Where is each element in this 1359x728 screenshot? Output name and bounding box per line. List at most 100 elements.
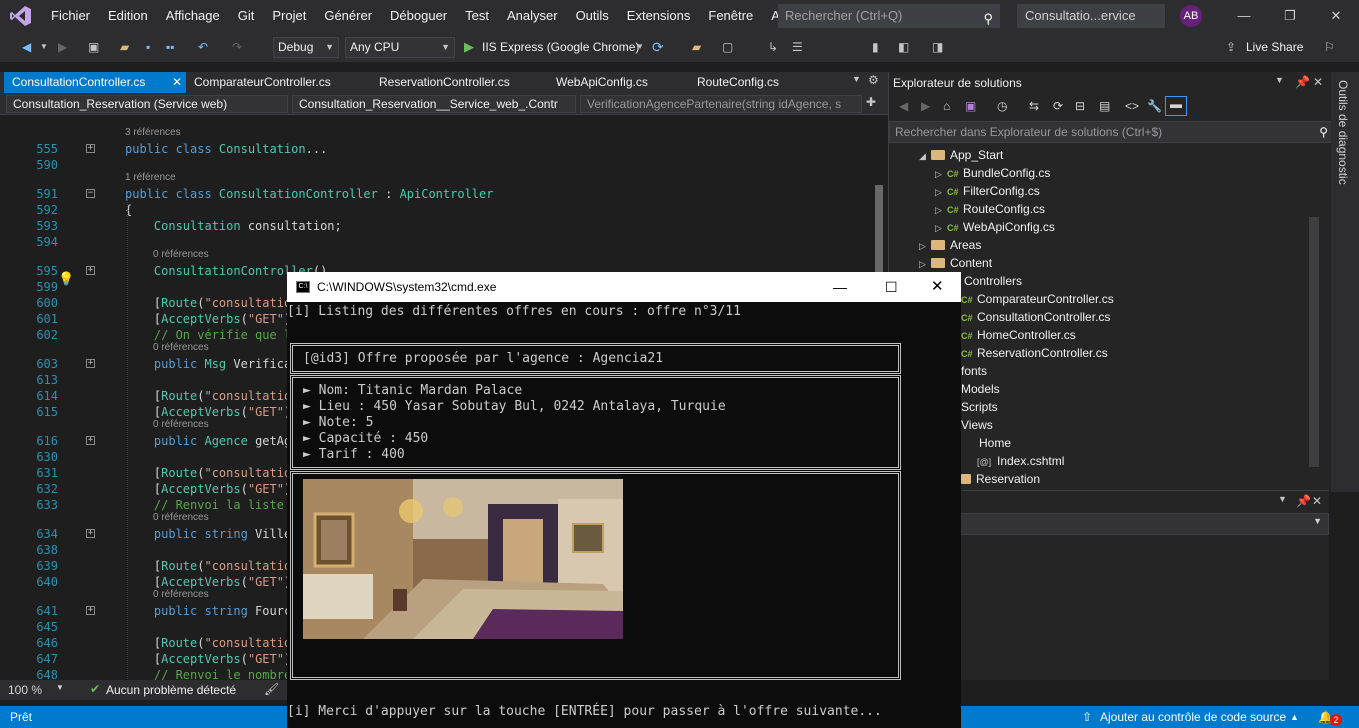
minimize-icon[interactable]: — [833,272,847,302]
chevron-down-icon[interactable]: ▼ [1278,494,1287,504]
switch-view-icon[interactable]: ▣ [965,99,976,113]
tab-consultation-controller[interactable]: ConsultationController.cs ✕ [4,72,186,93]
pin-icon[interactable]: 📌 [1296,494,1311,508]
menu-test[interactable]: Test [456,0,498,32]
close-icon[interactable]: ✕ [172,72,182,93]
refresh-icon[interactable]: ⟳ [652,38,664,56]
undo-icon[interactable]: ↶ [198,38,208,56]
tree-folder-app-start[interactable]: ◢ App_Start [919,146,1003,164]
refresh-icon[interactable]: ⟳ [1053,99,1063,113]
close-icon[interactable]: ✕ [1313,0,1359,32]
menu-deboguer[interactable]: Déboguer [381,0,456,32]
sync-icon[interactable]: ⇆ [1029,99,1039,113]
tab-reservation-controller[interactable]: ReservationController.cs [371,72,541,93]
lightbulb-icon[interactable]: 💡 [58,271,76,287]
issues-status[interactable]: Aucun problème détecté [106,683,236,697]
feedback-icon[interactable]: ⚐ [1324,38,1335,56]
chevron-down-icon[interactable]: ▼ [56,683,64,692]
menu-projet[interactable]: Projet [263,0,315,32]
search-input[interactable]: Rechercher (Ctrl+Q) ⚲ [778,4,1000,28]
platform-select[interactable]: Any CPU ▼ [345,37,455,58]
chevron-down-icon[interactable]: ▼ [40,38,48,56]
show-all-files-icon[interactable]: ▤ [1099,99,1110,113]
forward-icon[interactable]: ▶ [921,99,930,113]
diagnostic-tools-tab[interactable]: Outils de diagnostic [1336,80,1350,185]
fold-toggle-icon[interactable]: − [86,189,95,198]
tree-file-bundleconfig[interactable]: ▷ C# BundleConfig.cs [935,164,1050,182]
gear-icon[interactable]: ⚙ [868,73,879,87]
bookmark-icon[interactable]: ▮ [872,38,879,56]
chevron-down-icon[interactable]: ▼ [1275,75,1284,85]
tree-folder-content[interactable]: ▷ Content [919,254,992,272]
code-lens-references[interactable]: 0 références [153,249,209,261]
cmd-window[interactable]: C:\ C:\WINDOWS\system32\cmd.exe — ☐ ✕ [i… [287,272,961,728]
restore-icon[interactable]: ❐ [1267,0,1313,32]
menu-affichage[interactable]: Affichage [157,0,229,32]
fold-toggle-icon[interactable]: + [86,606,95,615]
code-lens-references[interactable]: 1 référence [125,172,176,184]
tree-file-home-controller[interactable]: C# HomeController.cs [961,326,1076,344]
close-icon[interactable]: ✕ [931,272,944,302]
brush-icon[interactable]: 🖌 [264,682,279,696]
maximize-icon[interactable]: ☐ [885,272,898,302]
configuration-select[interactable]: Debug ▼ [273,37,339,58]
fold-toggle-icon[interactable]: + [86,144,95,153]
folder-icon[interactable]: ▰ [692,38,701,56]
bookmark-prev-icon[interactable]: ◧ [898,38,909,56]
tree-folder-models[interactable]: Models [961,380,1000,398]
open-folder-icon[interactable]: ▰ [120,38,129,56]
list-icon[interactable]: ☰ [792,38,803,56]
run-icon[interactable]: ▶ [464,38,474,56]
avatar[interactable]: AB [1180,5,1202,27]
fold-toggle-icon[interactable]: + [86,436,95,445]
tree-folder-views[interactable]: Views [961,416,993,434]
tree-file-index[interactable]: [@] Index.cshtml [977,452,1064,470]
tree-folder-home[interactable]: Home [979,434,1011,452]
code-lens-references[interactable]: 0 références [153,589,209,601]
tree-file-comparateur-controller[interactable]: C# ComparateurController.cs [961,290,1114,308]
cmd-title-bar[interactable]: C:\ C:\WINDOWS\system32\cmd.exe — ☐ ✕ [287,272,961,302]
code-lens-references[interactable]: 0 références [153,342,209,354]
tree-file-routeconfig[interactable]: ▷ C# RouteConfig.cs [935,200,1045,218]
back-icon[interactable]: ◀ [22,38,31,56]
close-icon[interactable]: ✕ [1312,494,1322,508]
menu-git[interactable]: Git [229,0,264,32]
home-icon[interactable]: ⌂ [943,99,950,113]
code-lens-references[interactable]: 0 références [153,419,209,431]
solution-search-input[interactable]: Rechercher dans Explorateur de solutions… [889,121,1335,143]
live-share-icon[interactable]: ⇪ [1226,38,1236,56]
live-share-button[interactable]: Live Share [1246,38,1303,56]
run-button[interactable]: IIS Express (Google Chrome) [482,38,639,56]
tree-folder-scripts[interactable]: Scripts [961,398,998,416]
tab-comparateur-controller[interactable]: ComparateurController.cs [186,72,366,93]
cmd-console[interactable]: [i] Listing des différentes offres en co… [287,302,961,728]
back-icon[interactable]: ◀ [899,99,908,113]
member-select[interactable]: VerificationAgencePartenaire(string idAg… [580,95,862,113]
preview-icon[interactable]: ▬ [1165,96,1187,116]
tree-file-consultation-controller[interactable]: C# ConsultationController.cs [961,308,1110,326]
new-project-icon[interactable]: ▣ [88,38,99,56]
close-icon[interactable]: ✕ [1313,75,1323,89]
wrench-icon[interactable]: 🔧 [1147,99,1162,113]
fold-toggle-icon[interactable]: + [86,266,95,275]
menu-outils[interactable]: Outils [567,0,618,32]
code-lens-references[interactable]: 3 références [125,127,181,139]
tree-file-webapiconfig[interactable]: ▷ C# WebApiConfig.cs [935,218,1055,236]
project-select[interactable]: Consultation_Reservation (Service web) [6,95,288,113]
add-to-source-control-button[interactable]: Ajouter au contrôle de code source [1100,706,1286,728]
menu-fichier[interactable]: Fichier [42,0,99,32]
tab-routeconfig[interactable]: RouteConfig.cs [689,72,829,93]
menu-edition[interactable]: Edition [99,0,157,32]
menu-generer[interactable]: Générer [315,0,381,32]
tab-list-dropdown-icon[interactable]: ▼ [852,74,861,84]
menu-analyser[interactable]: Analyser [498,0,567,32]
minimize-icon[interactable]: — [1221,0,1267,32]
save-all-icon[interactable]: ▪▪ [166,38,175,56]
menu-fenetre[interactable]: Fenêtre [699,0,762,32]
code-lens-references[interactable]: 0 références [153,512,209,524]
zoom-level[interactable]: 100 % [8,683,42,697]
split-icon[interactable]: ✚ [866,95,876,109]
tab-webapiconfig[interactable]: WebApiConfig.cs [548,72,688,93]
tree-file-reservation-controller[interactable]: C# ReservationController.cs [961,344,1108,362]
chevron-up-icon[interactable]: ▲ [1290,706,1299,728]
